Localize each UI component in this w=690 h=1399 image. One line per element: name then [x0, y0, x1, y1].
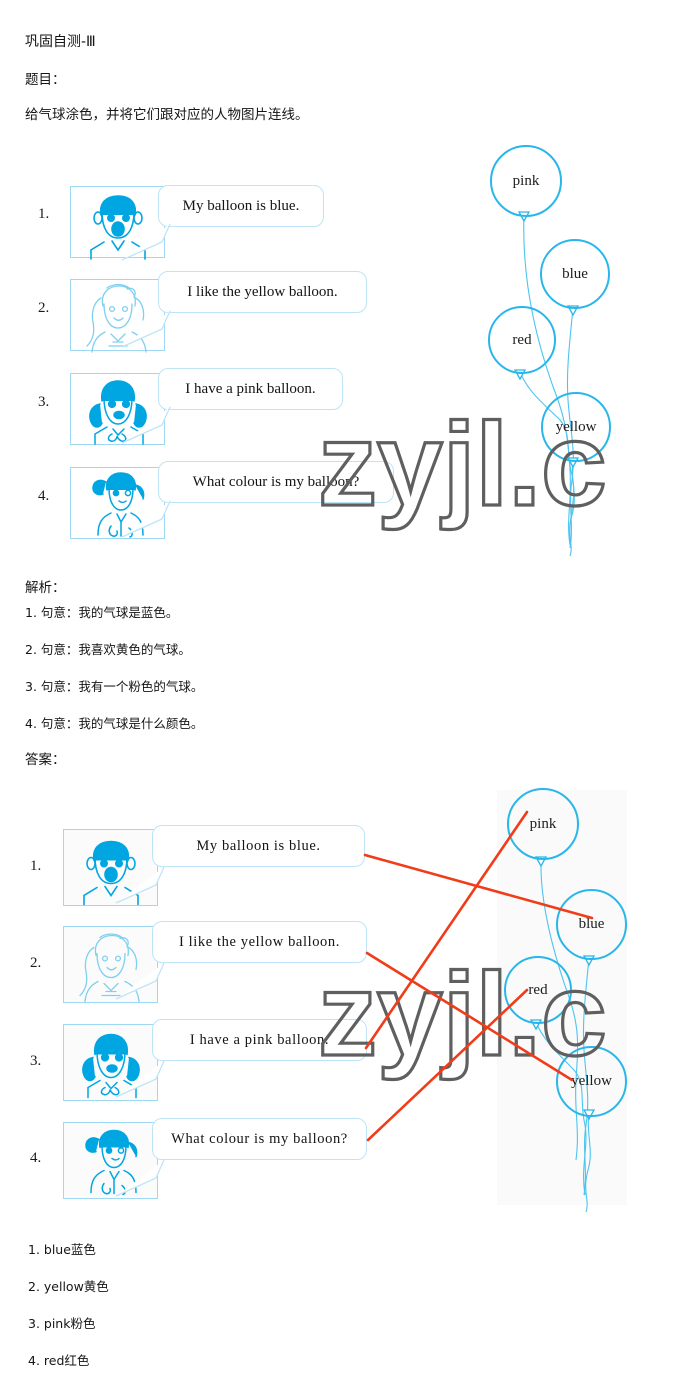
matching-lines: [363, 810, 594, 1142]
match-line-2-yellow: [365, 951, 574, 1082]
match-line-4-red: [366, 988, 529, 1142]
answer-list-item: 3. pink粉色: [28, 1316, 96, 1331]
worksheet-page: 巩固自测-Ⅲ 题目： 给气球涂色，并将它们跟对应的人物图片连线。 1. My b…: [0, 0, 690, 1399]
answer-list-item: 2. yellow黄色: [28, 1279, 109, 1294]
answer-list-item: 1. blue蓝色: [28, 1242, 96, 1257]
answer-list-item: 4. red红色: [28, 1353, 90, 1368]
match-line-1-blue: [363, 853, 594, 920]
